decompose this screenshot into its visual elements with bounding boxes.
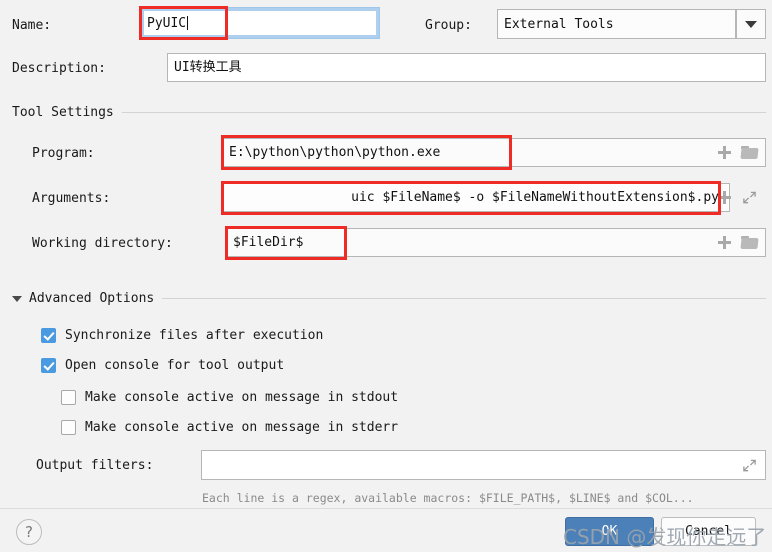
tool-settings-title: Tool Settings xyxy=(12,105,114,120)
working-directory-input-value: $FileDir$ xyxy=(233,235,304,250)
program-input-value: E:\python\python\python.exe xyxy=(229,145,441,160)
cancel-button-label: Cancel xyxy=(685,524,732,539)
group-label: Group: xyxy=(425,18,472,33)
program-input[interactable]: E:\python\python\python.exe xyxy=(222,138,766,167)
working-directory-input[interactable]: $FileDir$ xyxy=(226,228,766,257)
advanced-options-title: Advanced Options xyxy=(29,291,155,306)
tool-settings-section-header: Tool Settings xyxy=(12,105,766,120)
output-filters-hint: Each line is a regex, available macros: … xyxy=(202,491,694,505)
section-divider xyxy=(162,298,766,299)
ok-button[interactable]: OK xyxy=(565,517,654,546)
checkbox-open-console[interactable] xyxy=(41,358,56,373)
group-combobox[interactable]: External Tools xyxy=(497,9,736,39)
arguments-input-value: uic $FileName$ -o $FileNameWithoutExtens… xyxy=(351,190,719,205)
checkbox-label-console-active-stdout: Make console active on message in stdout xyxy=(85,390,399,405)
section-divider xyxy=(121,112,766,113)
name-input[interactable]: PyUIC xyxy=(140,7,380,39)
name-input-value: PyUIC xyxy=(147,15,187,31)
description-label: Description: xyxy=(12,61,106,76)
arguments-input[interactable]: uic $FileName$ -o $FileNameWithoutExtens… xyxy=(222,183,730,212)
checkbox-console-active-stdout[interactable] xyxy=(61,390,76,405)
checkbox-row-console-active-stdout[interactable]: Make console active on message in stdout xyxy=(61,390,398,405)
checkbox-label-console-active-stderr: Make console active on message in stderr xyxy=(85,420,399,435)
checkbox-row-open-console[interactable]: Open console for tool output xyxy=(41,358,284,373)
checkbox-synchronize-files[interactable] xyxy=(41,328,56,343)
cancel-button[interactable]: Cancel xyxy=(661,517,756,546)
ok-button-label: OK xyxy=(601,524,618,539)
checkbox-row-console-active-stderr[interactable]: Make console active on message in stderr xyxy=(61,420,398,435)
group-combobox-value: External Tools xyxy=(504,16,614,32)
checkbox-row-synchronize-files[interactable]: Synchronize files after execution xyxy=(41,328,323,343)
help-button[interactable]: ? xyxy=(16,519,42,545)
name-label: Name: xyxy=(12,18,52,33)
checkbox-console-active-stderr[interactable] xyxy=(61,420,76,435)
chevron-down-icon xyxy=(745,20,757,28)
text-caret xyxy=(187,16,189,30)
expand-icon xyxy=(742,191,756,204)
description-input[interactable]: UI转换工具 xyxy=(167,53,766,82)
output-filters-input[interactable] xyxy=(201,450,766,480)
advanced-options-section-header[interactable]: Advanced Options xyxy=(12,291,766,306)
working-directory-label: Working directory: xyxy=(32,236,173,251)
expand-arguments-button[interactable] xyxy=(741,190,757,206)
arguments-label: Arguments: xyxy=(32,191,111,206)
description-input-value: UI转换工具 xyxy=(174,60,242,75)
external-tool-dialog: Name: PyUIC Group: External Tools Descri… xyxy=(0,0,772,552)
triangle-down-icon[interactable] xyxy=(12,295,22,302)
checkbox-label-open-console: Open console for tool output xyxy=(65,358,285,373)
program-label: Program: xyxy=(32,146,95,161)
footer-divider xyxy=(0,508,772,509)
question-mark-icon: ? xyxy=(25,523,33,541)
output-filters-label: Output filters: xyxy=(36,458,154,473)
checkbox-label-synchronize-files: Synchronize files after execution xyxy=(65,328,324,343)
group-dropdown-button[interactable] xyxy=(736,9,766,39)
